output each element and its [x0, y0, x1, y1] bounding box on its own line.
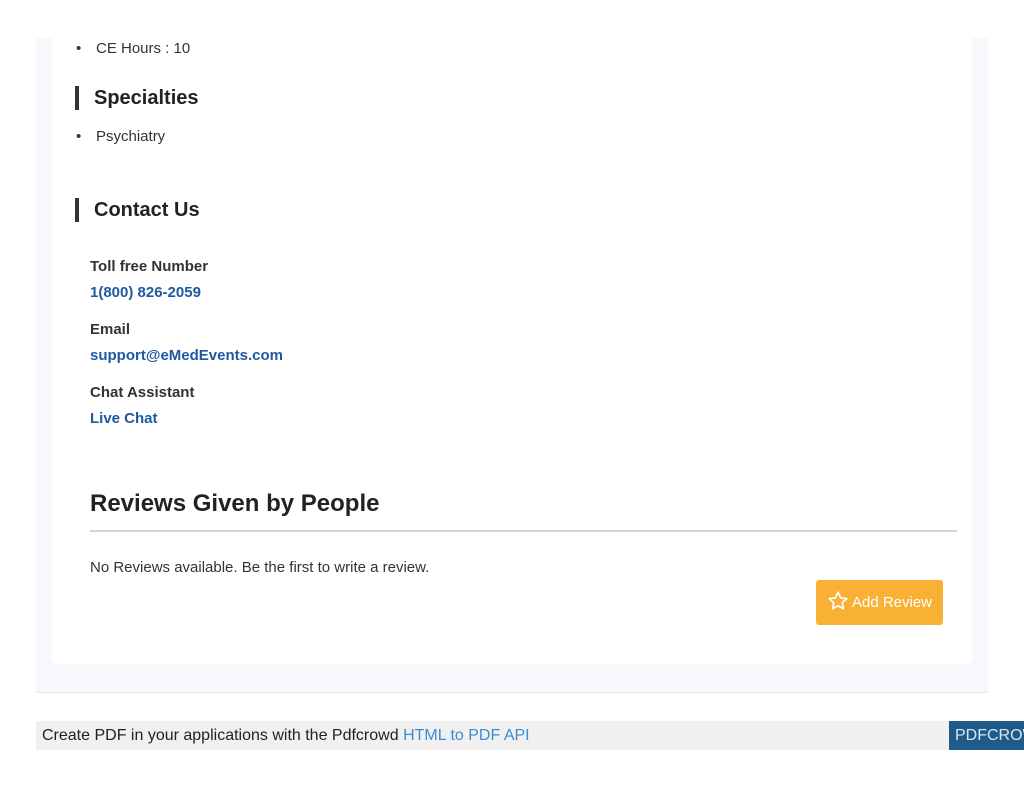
reviews-divider: [90, 530, 957, 532]
pdf-banner: Create PDF in your applications with the…: [36, 721, 1024, 750]
specialties-heading: Specialties: [75, 86, 199, 110]
email-label: Email: [90, 321, 131, 338]
email-link[interactable]: support@eMedEvents.com: [90, 347, 283, 364]
reviews-title: Reviews Given by People: [90, 490, 380, 517]
add-review-label: Add Review: [851, 594, 933, 611]
ce-hours-text: CE Hours : 10: [96, 40, 191, 57]
pdf-api-link[interactable]: HTML to PDF API: [403, 727, 530, 744]
toll-free-link[interactable]: 1(800) 826-2059: [90, 284, 201, 301]
live-chat-link[interactable]: Live Chat: [90, 410, 158, 427]
pdf-banner-text: Create PDF in your applications with the…: [42, 727, 530, 745]
pdfcrowd-logo[interactable]: PDFCROWD: [949, 721, 1024, 750]
contact-heading: Contact Us: [75, 198, 200, 222]
specialty-text: Psychiatry: [96, 128, 166, 145]
ce-hours-item: CE Hours : 10: [76, 40, 190, 57]
chat-assistant-label: Chat Assistant: [90, 384, 195, 401]
toll-free-label: Toll free Number: [90, 258, 209, 275]
pdf-banner-message: Create PDF in your applications with the…: [42, 727, 399, 744]
star-icon: [827, 590, 849, 616]
reviews-empty-message: No Reviews available. Be the first to wr…: [90, 559, 430, 576]
specialty-item: Psychiatry: [76, 128, 165, 145]
add-review-button[interactable]: Add Review: [816, 580, 943, 625]
